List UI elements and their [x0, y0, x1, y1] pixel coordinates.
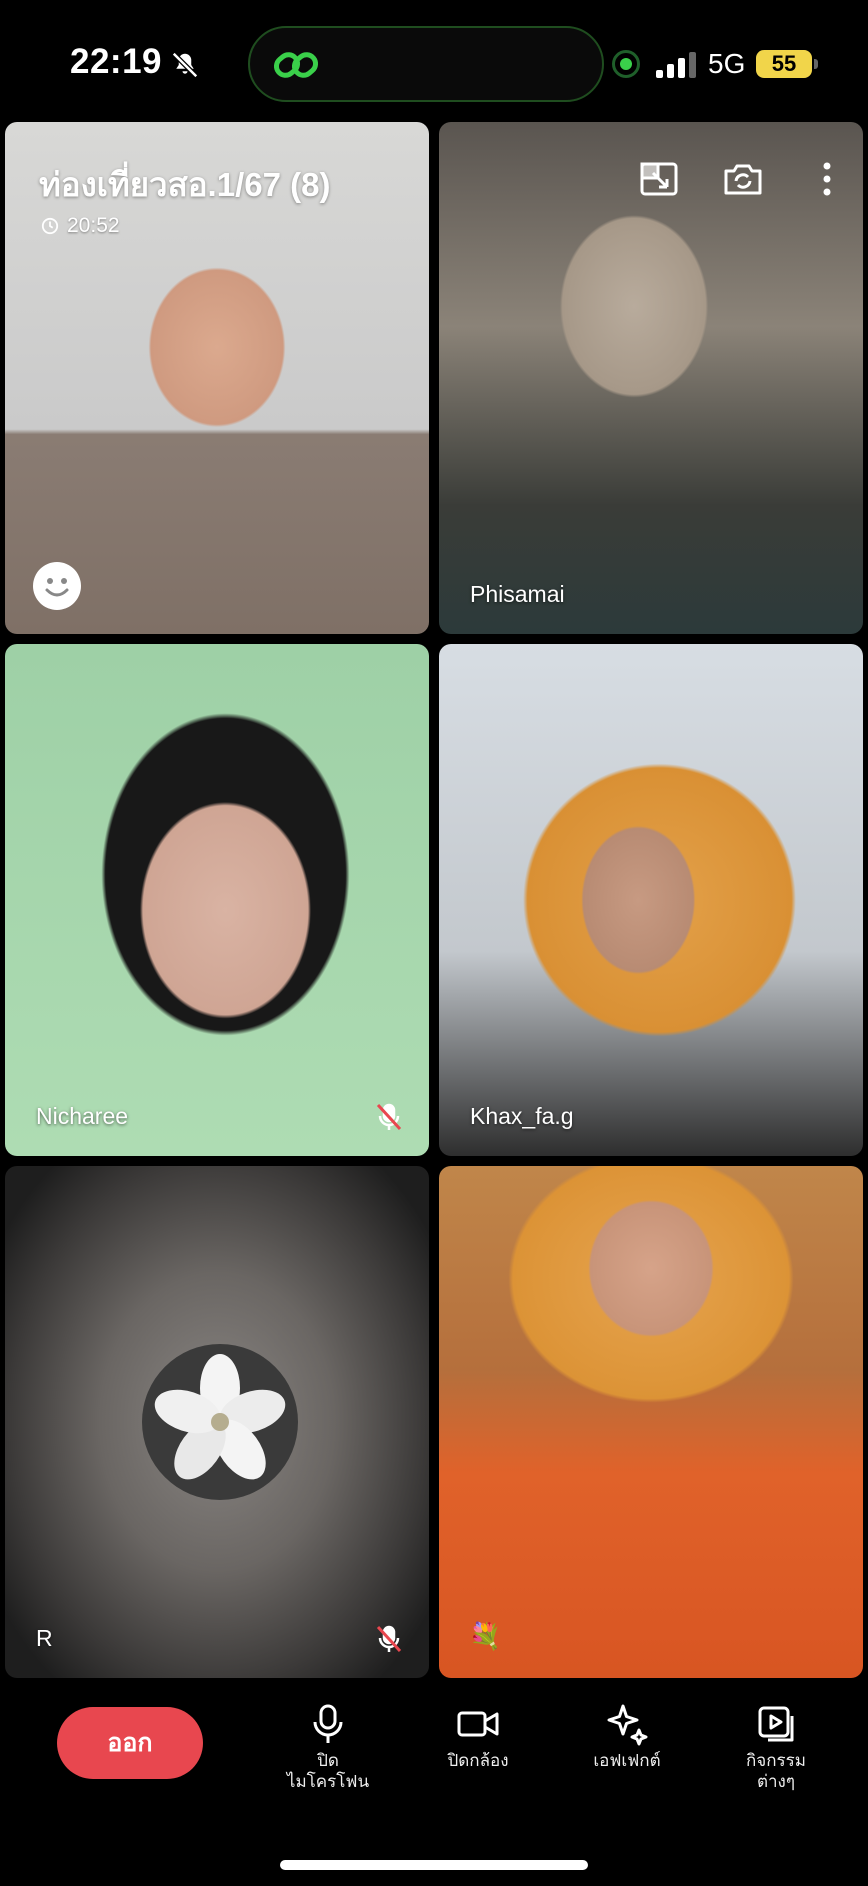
battery-indicator: 55 [756, 50, 812, 78]
call-duration-text: 20:52 [67, 214, 120, 237]
call-duration: 20:52 [41, 214, 120, 238]
camera-off-button[interactable]: ปิดกล้อง [418, 1702, 538, 1771]
switch-camera-button[interactable] [721, 158, 765, 200]
sparkle-icon [607, 1704, 648, 1746]
participant-tile-self[interactable]: ท่องเที่ยวสอ.1/67 (8) 20:52 [5, 122, 429, 634]
video-camera-icon [457, 1711, 499, 1737]
activities-label-2: ต่างๆ [756, 1772, 795, 1791]
status-bar: 22:19 5G 55 [0, 0, 868, 118]
tile-toolbar [637, 158, 849, 200]
pip-icon [640, 162, 678, 196]
clock: 22:19 [70, 42, 163, 81]
camera-off-label: ปิดกล้อง [447, 1751, 509, 1770]
flower-icon [154, 1354, 286, 1480]
effects-label: เอฟเฟกต์ [593, 1751, 661, 1770]
bouquet-icon: 💐 [469, 1621, 502, 1651]
participant-tile-khax[interactable]: Khax_fa.g [439, 644, 863, 1156]
participant-name: R [36, 1625, 53, 1651]
activities-button[interactable]: กิจกรรม ต่างๆ [716, 1702, 836, 1792]
more-options-button[interactable] [805, 158, 849, 200]
group-call-title: ท่องเที่ยวสอ.1/67 (8) [39, 166, 331, 203]
call-controls: ออก ปิด ไมโครโฟน ปิดกล้อง เอฟเฟกต์ กิจกร… [0, 1680, 868, 1810]
signal-icon [656, 52, 696, 78]
emoji-icon [45, 578, 69, 597]
dynamic-island[interactable] [248, 26, 604, 102]
home-indicator[interactable] [280, 1860, 588, 1870]
participant-name: Nicharee [36, 1103, 129, 1129]
camera-in-use-indicator [612, 50, 640, 78]
activities-label-1: กิจกรรม [745, 1751, 806, 1770]
participant-name: Phisamai [470, 581, 565, 607]
switch-camera-icon [724, 164, 762, 195]
network-type: 5G [708, 48, 746, 79]
mute-microphone-button[interactable]: ปิด ไมโครโฟน [268, 1702, 388, 1792]
effects-button[interactable]: เอฟเฟกต์ [567, 1702, 687, 1771]
pip-button[interactable] [637, 158, 681, 200]
participant-tile-6[interactable]: 💐 [439, 1166, 863, 1678]
leave-call-button[interactable]: ออก [57, 1707, 203, 1779]
participant-tile-phisamai[interactable]: Phisamai [439, 122, 863, 634]
microphone-icon [313, 1704, 343, 1743]
battery-tip [814, 59, 818, 69]
participant-tile-r[interactable]: R [5, 1166, 429, 1678]
avatar [142, 1344, 298, 1500]
mic-off-icon [376, 1625, 402, 1653]
mic-off-icon [376, 1103, 402, 1131]
clock-icon [41, 217, 59, 235]
line-chain-icon [273, 52, 319, 78]
participant-tile-nicharee[interactable]: Nicharee [5, 644, 429, 1156]
mute-mic-label-2: ไมโครโฟน [286, 1772, 370, 1791]
bell-off-icon [171, 51, 199, 79]
participant-name: Khax_fa.g [470, 1103, 574, 1129]
activities-icon [758, 1706, 794, 1742]
more-icon [823, 162, 831, 196]
mute-mic-label-1: ปิด [317, 1751, 339, 1770]
emoji-button[interactable] [33, 562, 81, 610]
